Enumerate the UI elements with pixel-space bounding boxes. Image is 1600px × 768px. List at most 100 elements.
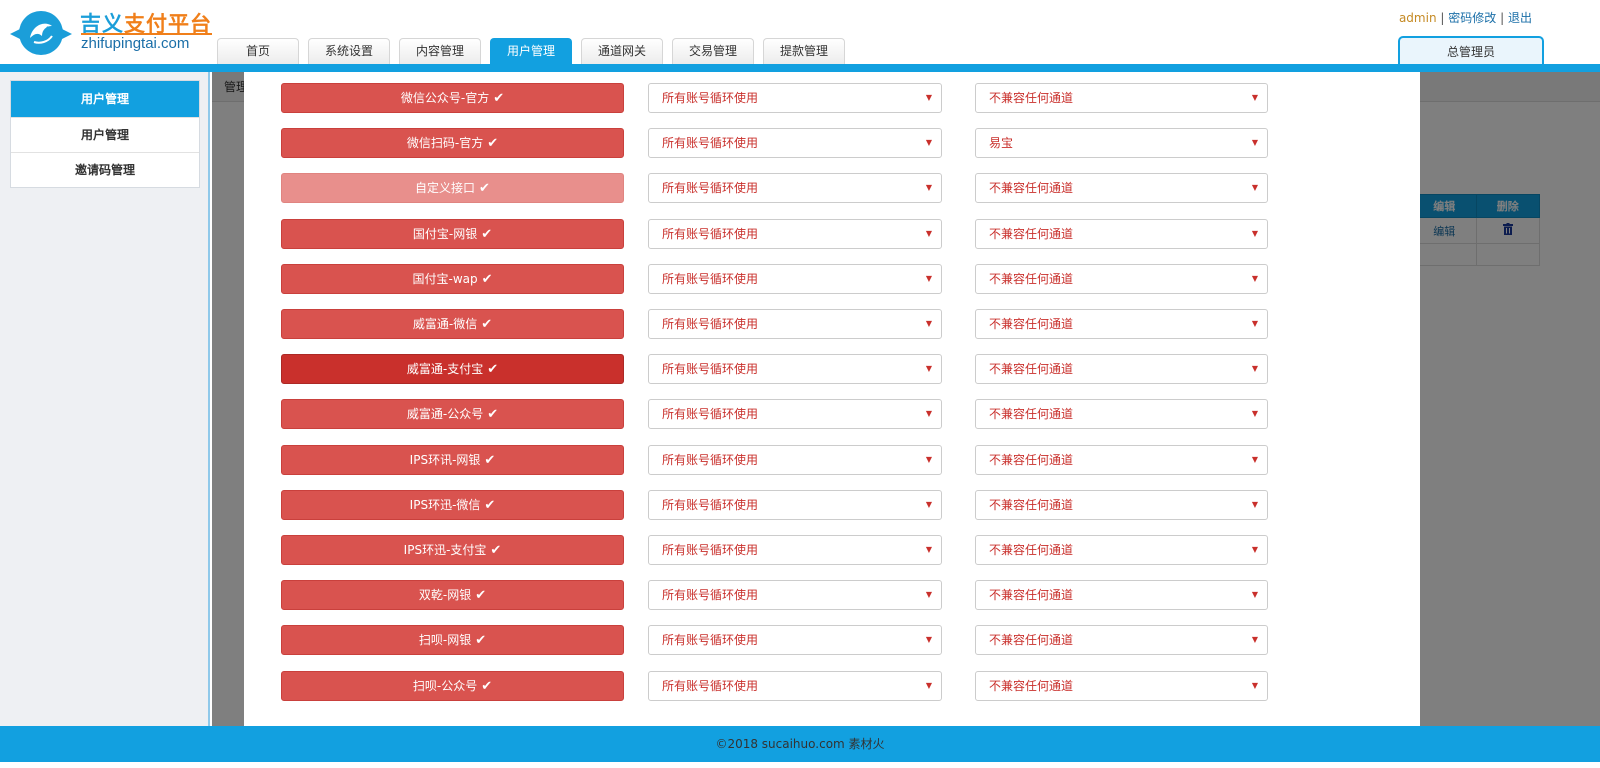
account-mode-select[interactable]: 所有账号循环使用 ▼ (648, 535, 942, 565)
channel-row: IPS环迅-支付宝 ✔ 所有账号循环使用 ▼ 不兼容任何通道 ▼ (244, 535, 1420, 565)
channel-toggle-button[interactable]: IPS环迅-支付宝 ✔ (281, 535, 624, 565)
compat-channel-select[interactable]: 不兼容任何通道 ▼ (975, 535, 1268, 565)
caret-down-icon: ▼ (925, 229, 932, 238)
compat-channel-select[interactable]: 不兼容任何通道 ▼ (975, 625, 1268, 655)
logout-link[interactable]: 退出 (1508, 11, 1532, 25)
account-mode-select[interactable]: 所有账号循环使用 ▼ (648, 671, 942, 701)
account-mode-select[interactable]: 所有账号循环使用 ▼ (648, 399, 942, 429)
check-icon: ✔ (493, 91, 505, 106)
nav-tab-2[interactable]: 内容管理 (399, 38, 481, 64)
nav-tab-0[interactable]: 首页 (217, 38, 299, 64)
select-value: 不兼容任何通道 (989, 498, 1074, 512)
channel-toggle-button[interactable]: 扫呗-网银 ✔ (281, 625, 624, 655)
compat-channel-select[interactable]: 不兼容任何通道 ▼ (975, 309, 1268, 339)
channel-toggle-button[interactable]: IPS环讯-网银 ✔ (281, 445, 624, 475)
account-mode-select[interactable]: 所有账号循环使用 ▼ (648, 219, 942, 249)
account-mode-select[interactable]: 所有账号循环使用 ▼ (648, 445, 942, 475)
check-icon: ✔ (481, 317, 493, 332)
channel-toggle-button[interactable]: 双乾-网银 ✔ (281, 580, 624, 610)
caret-down-icon: ▼ (925, 93, 932, 102)
nav-tab-3[interactable]: 用户管理 (490, 38, 572, 64)
compat-channel-select[interactable]: 不兼容任何通道 ▼ (975, 219, 1268, 249)
sidebar: 用户管理 用户管理 邀请码管理 (0, 72, 210, 726)
caret-down-icon: ▼ (1251, 545, 1258, 554)
account-mode-select[interactable]: 所有账号循环使用 ▼ (648, 264, 942, 294)
caret-down-icon: ▼ (925, 319, 932, 328)
select-value: 所有账号循环使用 (662, 227, 759, 241)
channel-toggle-button[interactable]: 国付宝-wap ✔ (281, 264, 624, 294)
channel-toggle-button[interactable]: 扫呗-公众号 ✔ (281, 671, 624, 701)
check-icon: ✔ (481, 272, 493, 287)
sidebar-item-invite-codes[interactable]: 邀请码管理 (11, 152, 199, 187)
nav-tab-5[interactable]: 交易管理 (672, 38, 754, 64)
compat-channel-select[interactable]: 不兼容任何通道 ▼ (975, 671, 1268, 701)
nav-tab-1[interactable]: 系统设置 (308, 38, 390, 64)
channel-toggle-button[interactable]: 自定义接口 ✔ (281, 173, 624, 203)
check-icon: ✔ (487, 136, 499, 151)
caret-down-icon: ▼ (1251, 274, 1258, 283)
channel-toggle-button[interactable]: 国付宝-网银 ✔ (281, 219, 624, 249)
brand-domain: zhifupingtai.com (81, 35, 190, 52)
role-tab[interactable]: 总管理员 (1398, 36, 1544, 66)
caret-down-icon: ▼ (925, 590, 932, 599)
compat-channel-select[interactable]: 不兼容任何通道 ▼ (975, 83, 1268, 113)
caret-down-icon: ▼ (925, 274, 932, 283)
channel-row: 自定义接口 ✔ 所有账号循环使用 ▼ 不兼容任何通道 ▼ (244, 173, 1420, 203)
user-links: admin | 密码修改 | 退出 (1399, 9, 1532, 26)
compat-channel-select[interactable]: 易宝 ▼ (975, 128, 1268, 158)
account-mode-select[interactable]: 所有账号循环使用 ▼ (648, 309, 942, 339)
account-mode-select[interactable]: 所有账号循环使用 ▼ (648, 354, 942, 384)
caret-down-icon: ▼ (925, 500, 932, 509)
compat-channel-select[interactable]: 不兼容任何通道 ▼ (975, 445, 1268, 475)
account-mode-select[interactable]: 所有账号循环使用 ▼ (648, 580, 942, 610)
select-value: 不兼容任何通道 (989, 227, 1074, 241)
caret-down-icon: ▼ (925, 183, 932, 192)
footer: ©2018 sucaihuo.com 素材火 (0, 726, 1600, 762)
channel-label: 威富通-公众号 (406, 407, 484, 421)
header-bar (0, 64, 1600, 72)
select-value: 不兼容任何通道 (989, 317, 1074, 331)
channel-toggle-button[interactable]: 微信扫码-官方 ✔ (281, 128, 624, 158)
change-password-link[interactable]: 密码修改 (1448, 11, 1496, 25)
caret-down-icon: ▼ (1251, 681, 1258, 690)
compat-channel-select[interactable]: 不兼容任何通道 ▼ (975, 264, 1268, 294)
caret-down-icon: ▼ (1251, 364, 1258, 373)
channel-toggle-button[interactable]: 威富通-公众号 ✔ (281, 399, 624, 429)
nav-tab-6[interactable]: 提款管理 (763, 38, 845, 64)
account-mode-select[interactable]: 所有账号循环使用 ▼ (648, 83, 942, 113)
compat-channel-select[interactable]: 不兼容任何通道 ▼ (975, 490, 1268, 520)
account-mode-select[interactable]: 所有账号循环使用 ▼ (648, 128, 942, 158)
channel-label: 国付宝-网银 (412, 227, 478, 241)
channel-toggle-button[interactable]: 威富通-支付宝 ✔ (281, 354, 624, 384)
username[interactable]: admin (1399, 11, 1437, 25)
caret-down-icon: ▼ (925, 681, 932, 690)
channel-toggle-button[interactable]: 威富通-微信 ✔ (281, 309, 624, 339)
account-mode-select[interactable]: 所有账号循环使用 ▼ (648, 490, 942, 520)
select-value: 所有账号循环使用 (662, 679, 759, 693)
account-mode-select[interactable]: 所有账号循环使用 ▼ (648, 173, 942, 203)
compat-channel-select[interactable]: 不兼容任何通道 ▼ (975, 399, 1268, 429)
channel-label: 威富通-微信 (412, 317, 478, 331)
channel-row: 威富通-支付宝 ✔ 所有账号循环使用 ▼ 不兼容任何通道 ▼ (244, 354, 1420, 384)
compat-channel-select[interactable]: 不兼容任何通道 ▼ (975, 173, 1268, 203)
channel-label: IPS环迅-支付宝 (403, 543, 487, 557)
caret-down-icon: ▼ (1251, 319, 1258, 328)
sidebar-item-users[interactable]: 用户管理 (11, 117, 199, 152)
channel-toggle-button[interactable]: 微信公众号-官方 ✔ (281, 83, 624, 113)
channel-row: 扫呗-网银 ✔ 所有账号循环使用 ▼ 不兼容任何通道 ▼ (244, 625, 1420, 655)
caret-down-icon: ▼ (1251, 590, 1258, 599)
channel-row: 威富通-微信 ✔ 所有账号循环使用 ▼ 不兼容任何通道 ▼ (244, 309, 1420, 339)
separator: | (1500, 11, 1505, 25)
channel-label: 微信扫码-官方 (406, 136, 484, 150)
nav-tab-4[interactable]: 通道网关 (581, 38, 663, 64)
select-value: 所有账号循环使用 (662, 362, 759, 376)
caret-down-icon: ▼ (925, 409, 932, 418)
logo[interactable]: 吉义支付平台 zhifupingtai.com (8, 6, 212, 60)
account-mode-select[interactable]: 所有账号循环使用 ▼ (648, 625, 942, 655)
compat-channel-select[interactable]: 不兼容任何通道 ▼ (975, 580, 1268, 610)
sidebar-heading[interactable]: 用户管理 (11, 81, 199, 117)
channel-toggle-button[interactable]: IPS环迅-微信 ✔ (281, 490, 624, 520)
channel-row: 国付宝-wap ✔ 所有账号循环使用 ▼ 不兼容任何通道 ▼ (244, 264, 1420, 294)
compat-channel-select[interactable]: 不兼容任何通道 ▼ (975, 354, 1268, 384)
separator: | (1440, 11, 1445, 25)
